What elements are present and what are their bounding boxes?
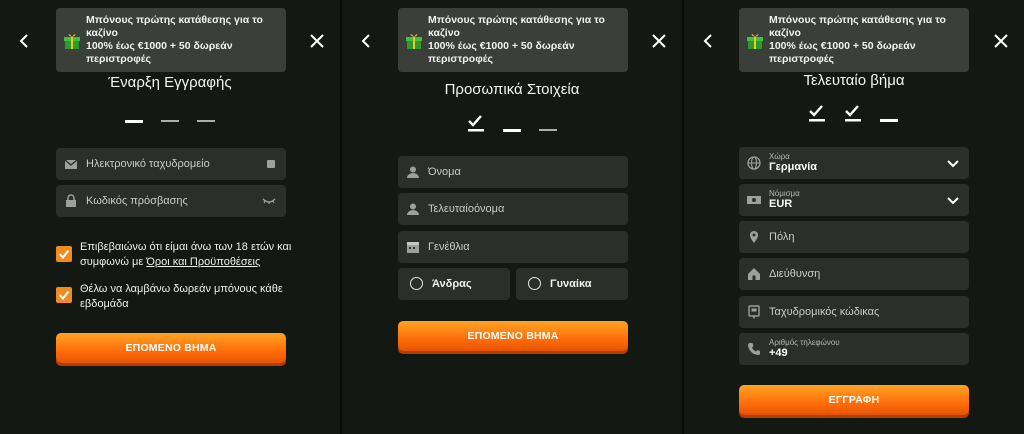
step-title: Τελευταίο βήμα [803, 72, 905, 89]
banner-line-1: Μπόνους πρώτης κατάθεσης για το καζίνο [86, 14, 263, 39]
step-title: Προσωπικά Στοιχεία [444, 81, 580, 98]
banknote-icon [747, 193, 761, 207]
banner-line-2: 100% έως €1000 + 50 δωρεάν περιστροφές [86, 40, 233, 65]
age-consent-label: Επιβεβαιώνω ότι είμαι άνω των 18 ετών κα… [80, 240, 310, 270]
email-placeholder: Ηλεκτρονικό ταχυδρομείο [86, 158, 210, 170]
envelope-icon [64, 157, 78, 171]
gender-male-radio[interactable]: Άνδρας [398, 268, 510, 300]
last-name-field[interactable]: Τελευταίοόνομα [398, 193, 628, 225]
age-checkbox[interactable] [56, 246, 72, 262]
registration-step-1-panel: Μπόνους πρώτης κατάθεσης για το καζίνο 1… [0, 0, 340, 434]
postal-code-field[interactable]: Ταχυδρομικός κώδικας [739, 296, 969, 328]
first-name-placeholder: Όνομα [428, 166, 461, 178]
first-name-field[interactable]: Όνομα [398, 156, 628, 188]
step-indicator [808, 104, 898, 122]
banner-line-2: 100% έως €1000 + 50 δωρεάν περιστροφές [428, 40, 575, 65]
step-dash-active [880, 119, 898, 122]
female-label: Γυναίκα [550, 278, 592, 290]
bonus-checkbox[interactable] [56, 287, 72, 303]
male-label: Άνδρας [432, 278, 472, 290]
phone-value: +49 [769, 347, 788, 359]
radio-circle-icon [528, 277, 541, 290]
currency-select[interactable]: Νόμισμα EUR [739, 184, 969, 216]
email-field[interactable]: Ηλεκτρονικό ταχυδρομείο [56, 148, 286, 180]
gift-icon [746, 32, 764, 54]
registration-step-3-panel: Τελευταίο βήμα Μπόνους πρώτης κατάθεσης … [684, 0, 1024, 434]
step-dash-active [125, 120, 143, 123]
terms-link[interactable]: Όροι και Προϋποθέσεις [146, 256, 260, 268]
step-dash-active [503, 129, 521, 132]
step-dash [161, 120, 179, 122]
check-icon [58, 290, 70, 301]
step-title: Έναρξη Εγγραφής [108, 74, 232, 91]
step-done-check-icon [844, 104, 862, 122]
lock-icon [64, 194, 78, 208]
phone-field[interactable]: Αριθμός τηλεφώνου +49 [739, 333, 969, 365]
step-done-check-icon [808, 104, 826, 122]
birthdate-placeholder: Γενέθλια [428, 241, 470, 253]
banner-line-2: 100% έως €1000 + 50 δωρεάν περιστροφές [769, 40, 916, 65]
bonus-banner: Μπόνους πρώτης κατάθεσης για το καζίνο 1… [56, 8, 286, 72]
radio-circle-icon [410, 277, 423, 290]
bonus-banner: Μπόνους πρώτης κατάθεσης για το καζίνο 1… [398, 8, 628, 72]
calendar-icon [406, 240, 420, 254]
bonus-consent-label: Θέλω να λαμβάνω δωρεάν μπόνους κάθε εβδο… [80, 283, 283, 310]
check-icon [58, 249, 70, 260]
home-icon [747, 267, 761, 281]
address-field[interactable]: Διεύθυνση [739, 258, 969, 290]
phone-label: Αριθμός τηλεφώνου [769, 338, 840, 347]
back-arrow-icon[interactable] [355, 30, 377, 52]
close-icon[interactable] [648, 30, 670, 52]
step-dash [539, 129, 557, 131]
password-placeholder: Κωδικός πρόσβασης [86, 195, 188, 207]
mailbox-icon [747, 305, 761, 319]
city-field[interactable]: Πόλη [739, 221, 969, 253]
chevron-down-icon[interactable] [947, 159, 959, 171]
back-arrow-icon[interactable] [13, 30, 35, 52]
country-label: Χώρα [769, 152, 790, 161]
user-icon [406, 202, 420, 216]
country-value: Γερμανία [769, 161, 818, 173]
gift-icon [63, 32, 81, 54]
close-icon[interactable] [990, 30, 1012, 52]
birthdate-field[interactable]: Γενέθλια [398, 231, 628, 263]
step-indicator [125, 110, 215, 123]
user-icon [406, 165, 420, 179]
postal-placeholder: Ταχυδρομικός κώδικας [769, 306, 880, 318]
password-field[interactable]: Κωδικός πρόσβασης [56, 185, 286, 217]
gender-female-radio[interactable]: Γυναίκα [516, 268, 628, 300]
last-name-placeholder: Τελευταίοόνομα [428, 203, 505, 215]
country-select[interactable]: Χώρα Γερμανία [739, 147, 969, 179]
banner-line-1: Μπόνους πρώτης κατάθεσης για το καζίνο [428, 14, 605, 39]
step-indicator [467, 114, 557, 132]
eye-closed-icon[interactable] [262, 196, 276, 208]
globe-icon [747, 156, 761, 170]
currency-value: EUR [769, 198, 793, 210]
registration-step-2-panel: Μπόνους πρώτης κατάθεσης για το καζίνο 1… [342, 0, 682, 434]
step-dash [197, 120, 215, 122]
city-placeholder: Πόλη [769, 231, 795, 243]
next-step-button[interactable]: ΕΠΟΜΕΝΟ ΒΗΜΑ [398, 321, 628, 351]
address-placeholder: Διεύθυνση [769, 268, 821, 280]
chevron-down-icon[interactable] [947, 196, 959, 208]
phone-icon [747, 342, 761, 356]
gift-icon [405, 32, 423, 54]
register-button[interactable]: ΕΓΓΡΑΦΗ [739, 385, 969, 415]
autofill-icon[interactable] [266, 159, 276, 172]
bonus-banner: Μπόνους πρώτης κατάθεσης για το καζίνο 1… [739, 8, 969, 72]
close-icon[interactable] [306, 30, 328, 52]
banner-line-1: Μπόνους πρώτης κατάθεσης για το καζίνο [769, 14, 946, 39]
location-pin-icon [747, 230, 761, 244]
next-step-button[interactable]: ΕΠΟΜΕΝΟ ΒΗΜΑ [56, 333, 286, 363]
currency-label: Νόμισμα [769, 189, 800, 198]
step-done-check-icon [467, 114, 485, 132]
back-arrow-icon[interactable] [697, 30, 719, 52]
